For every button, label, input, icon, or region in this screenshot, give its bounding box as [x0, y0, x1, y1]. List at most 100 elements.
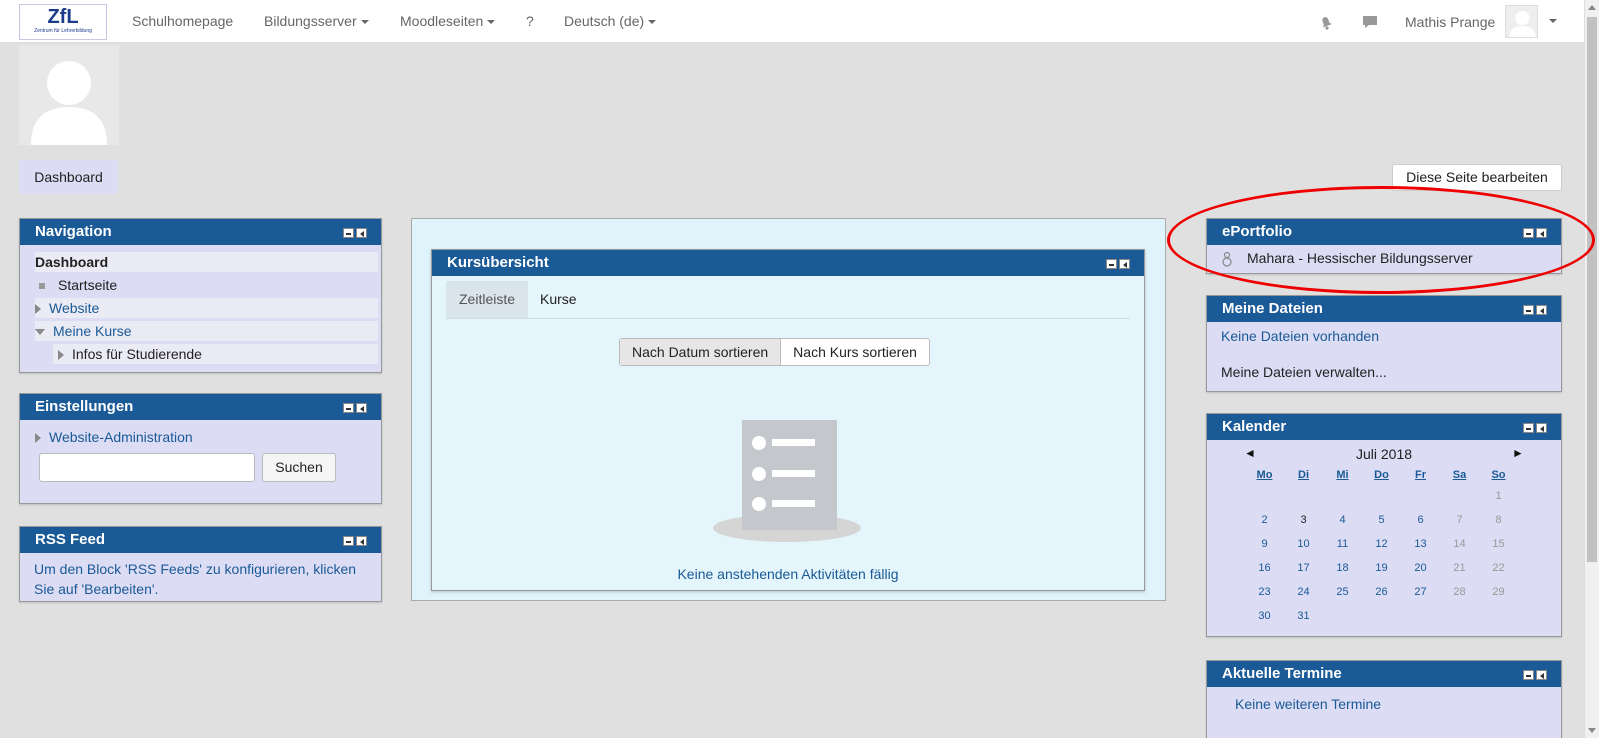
calendar-day[interactable]: 5	[1362, 508, 1401, 532]
calendar-day[interactable]: 18	[1323, 556, 1362, 580]
manage-files-link[interactable]: Meine Dateien verwalten...	[1221, 364, 1387, 380]
page-scrollbar[interactable]	[1584, 0, 1599, 738]
calendar-day[interactable]: 9	[1245, 532, 1284, 556]
expand-arrow-icon[interactable]	[58, 350, 64, 361]
sidebar-item-website-admin[interactable]: Website-Administration	[35, 427, 378, 447]
dock-icon[interactable]	[1536, 228, 1547, 238]
calendar-day[interactable]: 6	[1401, 508, 1440, 532]
dock-icon[interactable]	[356, 228, 367, 238]
nav-link-moodleseiten[interactable]: Moodleseiten	[400, 13, 496, 29]
calendar-empty-cell	[1323, 604, 1362, 628]
scrollbar-thumb[interactable]	[1587, 17, 1597, 562]
dock-icon[interactable]	[1536, 305, 1547, 315]
calendar-day[interactable]: 13	[1401, 532, 1440, 556]
course-overview-header: Kursübersicht	[432, 250, 1144, 276]
nav-link-help[interactable]: ?	[526, 13, 534, 29]
rss-feed-block: RSS Feed Um den Block 'RSS Feeds' zu kon…	[19, 526, 382, 602]
search-button[interactable]: Suchen	[262, 453, 336, 482]
expand-arrow-icon[interactable]	[35, 433, 41, 444]
tab-zeitleiste[interactable]: Zeitleiste	[446, 281, 529, 318]
collapse-arrow-icon[interactable]	[35, 329, 45, 336]
mahara-icon	[1222, 251, 1232, 267]
calendar-day[interactable]: 12	[1362, 532, 1401, 556]
sort-by-date-button[interactable]: Nach Datum sortieren	[620, 339, 782, 365]
calendar-day[interactable]: 29	[1479, 580, 1518, 604]
dock-icon[interactable]	[1536, 423, 1547, 433]
calendar-day[interactable]: 31	[1284, 604, 1323, 628]
logo-text: ZfL	[47, 6, 79, 28]
calendar-day[interactable]: 24	[1284, 580, 1323, 604]
calendar-day[interactable]: 22	[1479, 556, 1518, 580]
calendar-day[interactable]: 30	[1245, 604, 1284, 628]
scroll-down-icon[interactable]	[1588, 728, 1596, 733]
user-avatar[interactable]	[1505, 5, 1538, 38]
minimize-icon[interactable]	[1523, 228, 1534, 238]
sidebar-item-startseite[interactable]: Startseite	[35, 275, 378, 295]
calendar-day[interactable]: 21	[1440, 556, 1479, 580]
calendar-empty-cell	[1323, 484, 1362, 508]
edit-page-button[interactable]: Diese Seite bearbeiten	[1392, 164, 1562, 191]
breadcrumb-dashboard[interactable]: Dashboard	[19, 160, 118, 194]
calendar-empty-cell	[1401, 604, 1440, 628]
bell-icon[interactable]	[1317, 13, 1335, 31]
rss-config-text[interactable]: Um den Block 'RSS Feeds' zu konfiguriere…	[34, 559, 364, 599]
nav-link-language[interactable]: Deutsch (de)	[564, 13, 657, 29]
calendar-day[interactable]: 4	[1323, 508, 1362, 532]
block-title: Aktuelle Termine	[1222, 665, 1342, 682]
dock-icon[interactable]	[356, 403, 367, 413]
minimize-icon[interactable]	[1523, 670, 1534, 680]
calendar-day[interactable]: 26	[1362, 580, 1401, 604]
eportfolio-block: ePortfolio Mahara - Hessischer Bildungss…	[1206, 218, 1562, 274]
calendar-day[interactable]: 3	[1284, 508, 1323, 532]
minimize-icon[interactable]	[1523, 423, 1534, 433]
chevron-down-icon	[360, 20, 369, 25]
dock-icon[interactable]	[1536, 670, 1547, 680]
site-logo[interactable]: ZfL Zentrum für Lehrerbildung	[19, 4, 107, 40]
calendar-day[interactable]: 20	[1401, 556, 1440, 580]
dock-icon[interactable]	[356, 536, 367, 546]
calendar-day[interactable]: 25	[1323, 580, 1362, 604]
calendar-next-button[interactable]: ►	[1512, 446, 1524, 460]
nav-link-bildungsserver[interactable]: Bildungsserver	[264, 13, 369, 29]
block-title: Navigation	[35, 223, 112, 240]
calendar-day[interactable]: 15	[1479, 532, 1518, 556]
scroll-up-icon[interactable]	[1588, 5, 1596, 10]
calendar-day[interactable]: 16	[1245, 556, 1284, 580]
tab-kurse[interactable]: Kurse	[527, 281, 590, 318]
calendar-empty-cell	[1440, 484, 1479, 508]
user-menu-chevron-icon[interactable]	[1549, 19, 1557, 23]
user-name[interactable]: Mathis Prange	[1405, 14, 1495, 30]
calendar-day[interactable]: 14	[1440, 532, 1479, 556]
sidebar-item-dashboard[interactable]: Dashboard	[35, 252, 378, 272]
calendar-day[interactable]: 27	[1401, 580, 1440, 604]
sidebar-item-meine-kurse[interactable]: Meine Kurse	[35, 321, 378, 341]
calendar-empty-cell	[1284, 484, 1323, 508]
nav-link-schulhomepage[interactable]: Schulhomepage	[132, 13, 233, 29]
minimize-icon[interactable]	[343, 403, 354, 413]
expand-arrow-icon[interactable]	[35, 304, 41, 315]
calendar-day[interactable]: 8	[1479, 508, 1518, 532]
calendar-day[interactable]: 7	[1440, 508, 1479, 532]
minimize-icon[interactable]	[343, 536, 354, 546]
mahara-link[interactable]: Mahara - Hessischer Bildungsserver	[1247, 250, 1473, 266]
calendar-day[interactable]: 10	[1284, 532, 1323, 556]
sort-by-course-button[interactable]: Nach Kurs sortieren	[781, 339, 929, 365]
settings-search-input[interactable]	[39, 453, 255, 482]
dock-icon[interactable]	[1119, 259, 1130, 269]
sidebar-item-website[interactable]: Website	[35, 298, 378, 318]
calendar-day[interactable]: 11	[1323, 532, 1362, 556]
calendar-day[interactable]: 28	[1440, 580, 1479, 604]
my-files-block-header: Meine Dateien	[1207, 296, 1561, 322]
minimize-icon[interactable]	[1106, 259, 1117, 269]
calendar-day[interactable]: 1	[1479, 484, 1518, 508]
empty-activities-text: Keine anstehenden Aktivitäten fällig	[677, 566, 899, 582]
minimize-icon[interactable]	[1523, 305, 1534, 315]
calendar-day[interactable]: 17	[1284, 556, 1323, 580]
calendar-day[interactable]: 23	[1245, 580, 1284, 604]
calendar-day[interactable]: 2	[1245, 508, 1284, 532]
navigation-block-header: Navigation	[20, 219, 381, 245]
calendar-day[interactable]: 19	[1362, 556, 1401, 580]
chat-icon[interactable]	[1361, 13, 1379, 31]
sidebar-item-infos[interactable]: Infos für Studierende	[53, 344, 378, 364]
minimize-icon[interactable]	[343, 228, 354, 238]
